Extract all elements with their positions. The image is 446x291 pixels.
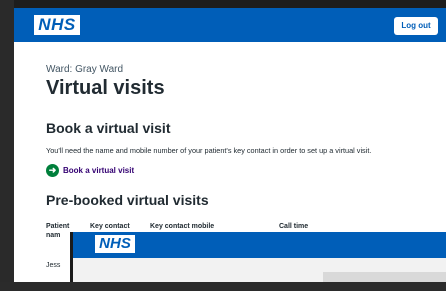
overlay-header: NHS — [73, 232, 446, 258]
column-header-key-contact: Key contact — [90, 223, 130, 230]
logout-button[interactable]: Log out — [394, 17, 438, 35]
prebooked-heading: Pre-booked virtual visits — [46, 192, 209, 208]
column-header-call-time: Call time — [279, 223, 309, 230]
site-header: NHS Log out — [14, 8, 446, 42]
book-description: You'll need the name and mobile number o… — [46, 146, 372, 155]
page-title: Virtual visits — [46, 77, 165, 99]
book-virtual-visit-link[interactable]: ➜ Book a virtual visit — [46, 164, 134, 177]
overlay-nhs-logo[interactable]: NHS — [95, 235, 135, 253]
book-heading: Book a virtual visit — [46, 120, 171, 136]
book-link-label: Book a virtual visit — [63, 166, 135, 175]
column-header-key-contact-mobile: Key contact mobile — [150, 223, 215, 230]
screen-bezel-left — [0, 0, 14, 291]
ward-label: Ward: Gray Ward — [46, 64, 124, 75]
nhs-logo[interactable]: NHS — [34, 15, 80, 35]
arrow-right-circle-icon: ➜ — [46, 164, 59, 177]
table-row-patient-name: Jess — [46, 262, 61, 269]
screen-bezel-bottom — [0, 282, 446, 291]
